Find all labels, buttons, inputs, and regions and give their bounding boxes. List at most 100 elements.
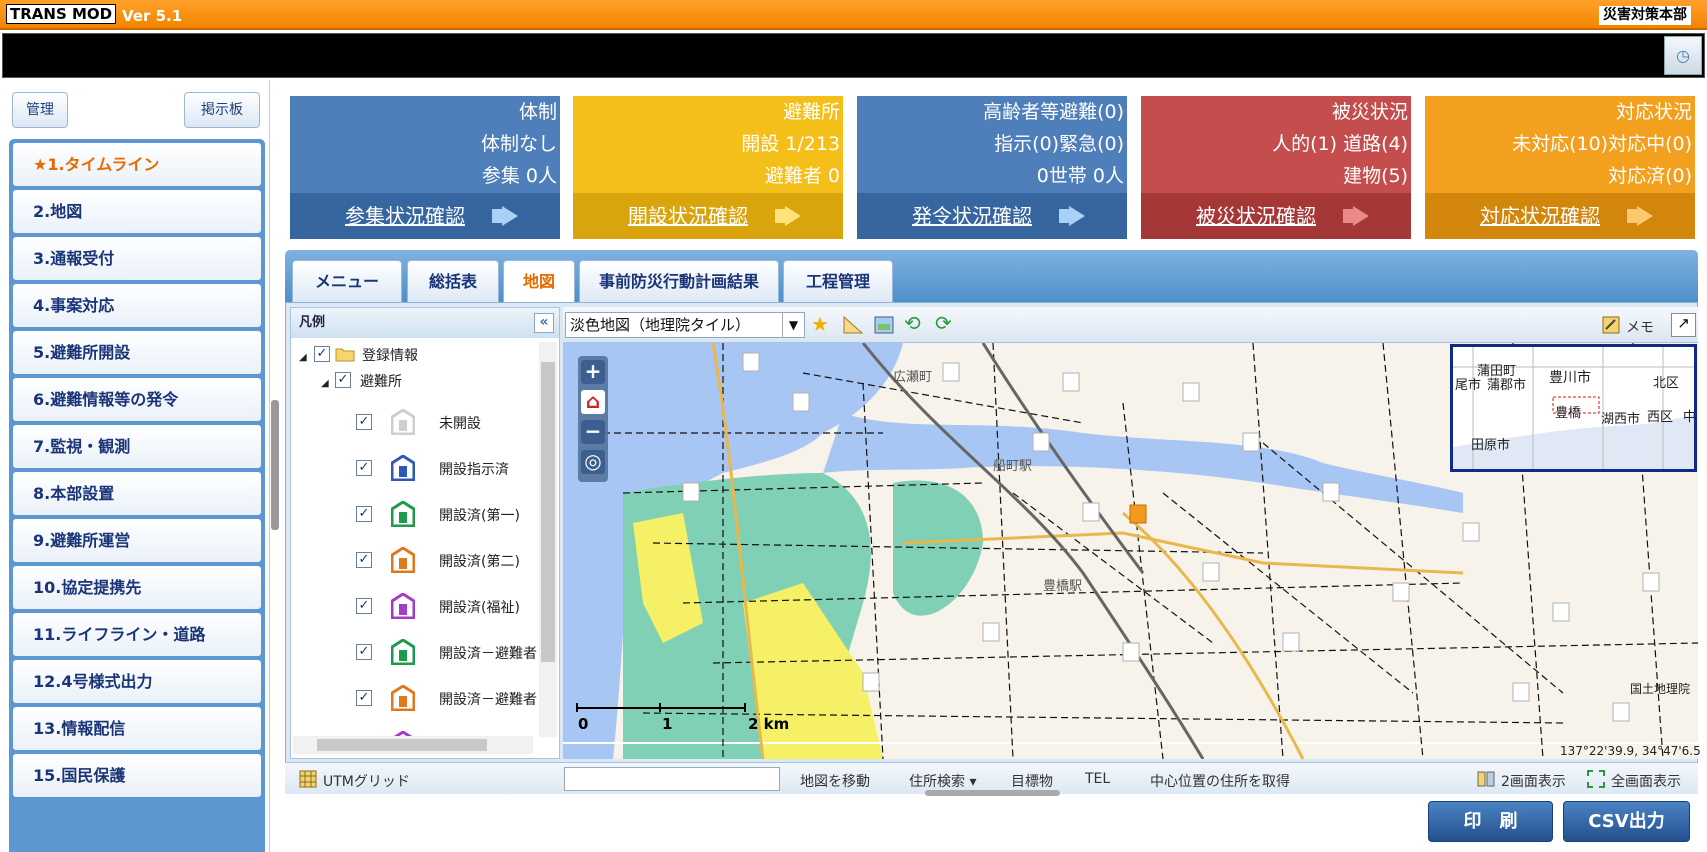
home-icon[interactable]: ⌂: [581, 390, 605, 414]
sidebar-item-monitoring[interactable]: 7.監視・観測: [13, 425, 261, 468]
tel-button[interactable]: TEL: [1085, 771, 1110, 787]
full-view-button[interactable]: 全画面表示: [1611, 771, 1681, 791]
tab-map[interactable]: 地図: [503, 260, 575, 302]
dual-view-button[interactable]: 2画面表示: [1501, 771, 1566, 791]
tab-menu[interactable]: メニュー: [292, 260, 402, 302]
sidebar-item-partners[interactable]: 10.協定提携先: [13, 566, 261, 609]
sidebar-item-lifeline-roads[interactable]: 11.ライフライン・道路: [13, 613, 261, 656]
tab-process[interactable]: 工程管理: [783, 260, 893, 302]
scroll-thumb[interactable]: [317, 739, 487, 751]
basemap-value: 淡色地図（地理院タイル）: [570, 316, 751, 334]
card-line: 避難者 0: [764, 165, 840, 187]
sidebar-item-hq-setup[interactable]: 8.本部設置: [13, 472, 261, 515]
shelter-icon: [391, 455, 415, 481]
address-search-dropdown[interactable]: 住所検索 ▾: [909, 771, 976, 791]
card-line: 指示(0)緊急(0): [994, 133, 1124, 155]
sidebar-item-evacuation-orders[interactable]: 6.避難情報等の発令: [13, 378, 261, 421]
card-link-label: 参集状況確認: [345, 204, 465, 228]
split-view-icon[interactable]: [1477, 770, 1495, 788]
card-link[interactable]: 開設状況確認: [573, 193, 843, 239]
overview-minimap[interactable]: 蒲田町 尾市 蒲郡市 豊川市 北区 豊橋 湖西市 西区 中 田原市: [1450, 344, 1697, 472]
fullscreen-toggle-icon[interactable]: ↗: [1671, 313, 1696, 337]
utm-grid-toggle[interactable]: UTMグリッド: [323, 771, 410, 791]
sidebar-item-civil-protection[interactable]: 15.国民保護: [13, 754, 261, 797]
legend-checkbox[interactable]: ✓: [356, 506, 372, 522]
image-export-icon[interactable]: [873, 315, 895, 335]
sidebar: 管理 掲示板 ★1.タイムライン 2.地図 3.通報受付 4.事案対応 5.避難…: [0, 80, 270, 852]
minimap-label: 田原市: [1471, 437, 1510, 453]
legend-item-label: 開設済(第二): [439, 554, 520, 570]
basemap-select[interactable]: 淡色地図（地理院タイル） ▼: [565, 312, 805, 338]
coordinate-readout: 137°22'39.9, 34°47'6.5: [1560, 744, 1701, 758]
legend-checkbox[interactable]: ✓: [356, 414, 372, 430]
open-shelter-marker[interactable]: [1129, 504, 1147, 524]
legend-checkbox[interactable]: ✓: [356, 598, 372, 614]
sidebar-item-info-delivery[interactable]: 13.情報配信: [13, 707, 261, 750]
legend-checkbox[interactable]: ✓: [356, 552, 372, 568]
minimap-label: 尾市: [1455, 377, 1481, 393]
arrow-right-icon: [1343, 206, 1369, 226]
locate-icon[interactable]: ◎: [581, 450, 605, 474]
undo-icon[interactable]: ⟲: [904, 311, 921, 335]
card-link[interactable]: 発令状況確認: [857, 193, 1127, 239]
minimap-label: 豊橋: [1555, 406, 1581, 421]
card-link[interactable]: 参集状況確認: [290, 193, 560, 239]
ruler-icon[interactable]: [842, 315, 864, 335]
legend-item-label: 開設済(福祉): [439, 600, 520, 616]
sidebar-item-shelter-operation[interactable]: 9.避難所運営: [13, 519, 261, 562]
brand-logo: TRANS MOD: [6, 4, 117, 24]
zoom-in-icon[interactable]: +: [581, 360, 605, 384]
scroll-thumb[interactable]: [541, 362, 555, 662]
shelter-icon: [391, 639, 415, 665]
card-shelters: 避難所 開設 1/213 避難者 0 開設状況確認: [573, 96, 843, 239]
minimap-base: 蒲田町 尾市 蒲郡市 豊川市 北区 豊橋 湖西市 西区 中 田原市: [1453, 347, 1696, 469]
csv-export-button[interactable]: CSV出力: [1563, 801, 1690, 842]
tab-summary[interactable]: 総括表: [407, 260, 499, 302]
sidebar-item-incident-response[interactable]: 4.事案対応: [13, 284, 261, 327]
card-link-label: 対応状況確認: [1480, 204, 1600, 228]
card-link-label: 発令状況確認: [912, 204, 1032, 228]
legend-checkbox[interactable]: ✓: [356, 690, 372, 706]
grid-icon[interactable]: [299, 770, 317, 788]
card-link[interactable]: 対応状況確認: [1425, 193, 1695, 239]
admin-button[interactable]: 管理: [12, 92, 68, 128]
sidebar-scrollbar[interactable]: [271, 400, 279, 530]
fullscreen-icon[interactable]: [1587, 770, 1605, 788]
minimap-label: 蒲田町: [1477, 364, 1516, 379]
card-line: 未対応(10)対応中(0): [1512, 133, 1692, 155]
print-button[interactable]: 印 刷: [1428, 801, 1553, 842]
card-title: 避難所: [782, 101, 840, 123]
get-center-address-button[interactable]: 中心位置の住所を取得: [1150, 771, 1290, 791]
card-link[interactable]: 被災状況確認: [1141, 193, 1411, 239]
zoom-out-icon[interactable]: −: [581, 420, 605, 444]
memo-label[interactable]: メモ: [1626, 317, 1654, 337]
legend-item-label: 開設済－避難者: [439, 646, 537, 662]
shelter-icon: [391, 685, 415, 711]
legend-hscrollbar[interactable]: [293, 736, 533, 754]
workarea-scrollbar[interactable]: [925, 790, 1060, 796]
map-search-input[interactable]: [564, 767, 780, 791]
legend-scrollbar[interactable]: [539, 342, 557, 737]
redo-icon[interactable]: ⟳: [935, 311, 952, 335]
landmark-button[interactable]: 目標物: [1011, 771, 1053, 791]
star-icon[interactable]: ★: [811, 312, 829, 336]
legend-item-label: 開設済(第一): [439, 508, 520, 524]
legend-checkbox[interactable]: ✓: [356, 644, 372, 660]
sidebar-item-map[interactable]: 2.地図: [13, 190, 261, 233]
legend-item-label: 未開設: [439, 416, 481, 432]
sidebar-nav: ★1.タイムライン 2.地図 3.通報受付 4.事案対応 5.避難所開設 6.避…: [9, 139, 265, 852]
sidebar-item-report-intake[interactable]: 3.通報受付: [13, 237, 261, 280]
app: TRANS MOD Ver 5.1 災害対策本部 ◷ 管理 掲示板 ★1.タイム…: [0, 0, 1707, 852]
minimap-label: 中: [1683, 410, 1696, 425]
sidebar-item-timeline[interactable]: ★1.タイムライン: [13, 143, 261, 186]
sidebar-item-shelter-opening[interactable]: 5.避難所開設: [13, 331, 261, 374]
tab-action-plan[interactable]: 事前防災行動計画結果: [579, 260, 779, 302]
sidebar-item-form4-output[interactable]: 12.4号様式出力: [13, 660, 261, 703]
legend-checkbox[interactable]: ✓: [356, 460, 372, 476]
bulletin-board-button[interactable]: 掲示板: [184, 92, 260, 128]
memo-icon[interactable]: [1601, 315, 1621, 335]
tab-bar: メニュー 総括表 地図 事前防災行動計画結果 工程管理: [285, 250, 1698, 302]
move-map-button[interactable]: 地図を移動: [800, 771, 870, 791]
card-line: 体制なし: [480, 133, 557, 155]
clock-icon[interactable]: ◷: [1664, 36, 1702, 75]
